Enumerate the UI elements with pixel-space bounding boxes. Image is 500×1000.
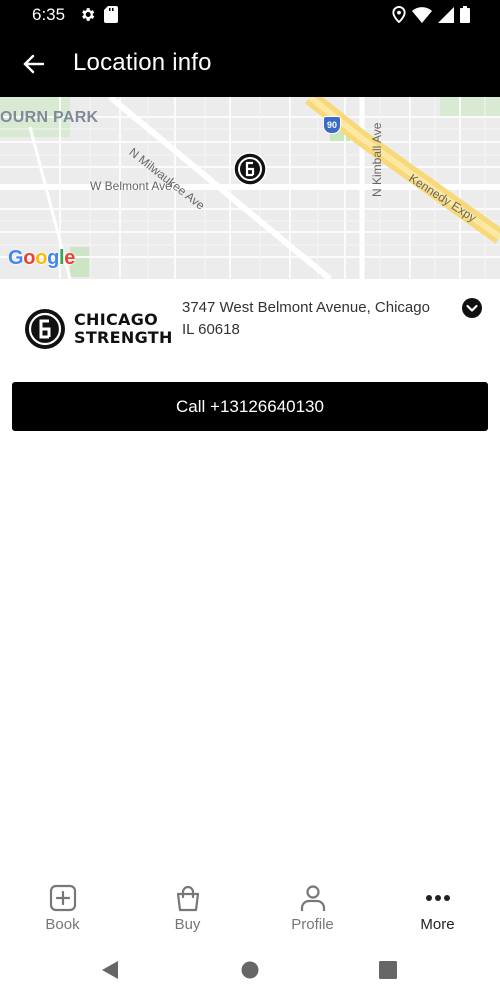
- nav-item-buy[interactable]: Buy: [125, 872, 250, 940]
- page-title: Location info: [73, 49, 212, 76]
- bottom-nav: Book Buy Profile More: [0, 872, 500, 940]
- system-nav-bar: [0, 940, 500, 1000]
- chicago-strength-logo-icon: [25, 309, 65, 349]
- brand-name: CHICAGO STRENGTH: [74, 311, 173, 347]
- map-view[interactable]: OURN PARK N Milwaukee Ave W Belmont Ave …: [0, 97, 500, 279]
- shopping-bag-icon: [176, 885, 199, 912]
- brand-line2: STRENGTH: [74, 328, 173, 347]
- brand-logo: CHICAGO STRENGTH: [24, 308, 173, 350]
- square-recents-icon: [379, 961, 397, 979]
- nav-label-book: Book: [45, 916, 80, 933]
- google-logo: Google: [8, 247, 76, 269]
- map-label-belmont: W Belmont Ave: [90, 179, 172, 193]
- signal-icon: [438, 6, 454, 23]
- map-label-kimball: N Kimball Ave: [370, 122, 384, 197]
- interstate-number: 90: [326, 120, 337, 130]
- chevron-down-icon: [462, 298, 482, 318]
- nav-item-more[interactable]: More: [375, 872, 500, 940]
- nav-item-book[interactable]: Book: [0, 872, 125, 940]
- status-time: 6:35: [32, 5, 66, 24]
- status-right-icons: [392, 6, 470, 23]
- battery-icon: [460, 6, 470, 23]
- status-bar: 6:35: [0, 0, 500, 30]
- nav-item-profile[interactable]: Profile: [250, 872, 375, 940]
- more-dots-icon: [425, 895, 450, 901]
- wifi-icon: [412, 6, 432, 23]
- expand-button[interactable]: [462, 298, 482, 318]
- gear-icon: [82, 8, 95, 21]
- nav-label-buy: Buy: [174, 916, 201, 933]
- system-recents-button[interactable]: [379, 960, 397, 985]
- address-line1: 3747 West Belmont Avenue, Chicago: [182, 299, 430, 316]
- brand-line1: CHICAGO: [74, 310, 159, 329]
- location-address: 3747 West Belmont Avenue, Chicago IL 606…: [182, 297, 452, 341]
- map-marker-icon[interactable]: [233, 152, 267, 186]
- plus-square-icon: [49, 884, 76, 912]
- map-label-park: OURN PARK: [0, 109, 99, 126]
- nav-label-profile: Profile: [291, 916, 334, 933]
- nav-label-more: More: [420, 916, 455, 933]
- system-home-button[interactable]: [241, 960, 259, 985]
- status-left-icons: [79, 6, 118, 23]
- back-button[interactable]: [18, 48, 50, 80]
- call-button[interactable]: Call +13126640130: [12, 382, 488, 431]
- location-icon: [392, 6, 406, 23]
- location-info-row: CHICAGO STRENGTH 3747 West Belmont Avenu…: [0, 280, 500, 380]
- app-bar: Location info: [0, 30, 500, 97]
- triangle-back-icon: [102, 961, 118, 979]
- circle-home-icon: [241, 961, 259, 979]
- arrow-left-icon: [23, 54, 45, 74]
- system-back-button[interactable]: [100, 960, 120, 985]
- person-icon: [300, 885, 325, 911]
- sd-card-icon: [104, 6, 118, 23]
- address-line2: IL 60618: [182, 321, 240, 338]
- interstate-shield-icon: 90: [323, 116, 341, 134]
